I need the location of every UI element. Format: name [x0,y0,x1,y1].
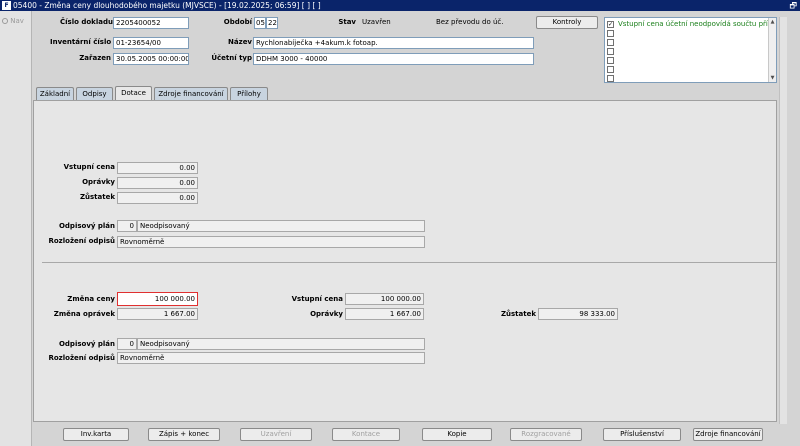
message-row[interactable] [607,56,765,65]
ucetni-typ-field[interactable]: DDHM 3000 - 40000 [253,53,534,65]
message-checkbox[interactable] [607,57,614,64]
zustatek-field[interactable]: 0.00 [117,192,198,204]
kontroly-button[interactable]: Kontroly [536,16,598,29]
prislusenstvi-button[interactable]: Příslušenství [603,428,681,441]
window-title: 05400 - Změna ceny dlouhodobého majetku … [13,1,321,10]
app-icon: F [2,1,11,10]
message-row[interactable]: ✓ Vstupní cena účetní neodpovídá součtu … [607,20,772,29]
rozgracovane-button[interactable]: Rozgracované [510,428,582,441]
circle-dot-icon [2,18,8,24]
opravky-label: Oprávky [82,178,115,186]
odpisovy-plan-code-field[interactable]: 0 [117,220,137,232]
zmena-ceny-input[interactable]: 100 000.00 [117,292,198,306]
message-row[interactable] [607,29,765,38]
odpisovy-plan-new-label: Odpisový plán [58,340,115,348]
tab-zdroje-financovani[interactable]: Zdroje financování [154,87,228,100]
message-checkbox[interactable] [607,39,614,46]
messages-scrollbar[interactable]: ▲ ▼ [768,18,776,82]
obdobi-label: Období [223,18,252,26]
restore-window-icon[interactable]: 🗗 [789,0,797,11]
zmena-opravek-label: Změna oprávek [53,310,115,318]
zmena-ceny-label: Změna ceny [67,295,115,303]
odpisovy-plan-new-field[interactable]: Neodpisovaný [137,338,425,350]
tab-zakladni[interactable]: Základní [36,87,74,100]
vstupni-cena-new-field[interactable]: 100 000.00 [345,293,424,305]
prevod-status-text: Bez převodu do úč. [436,18,504,26]
window-titlebar: F 05400 - Změna ceny dlouhodobého majetk… [0,0,800,11]
cislo-dokladu-field[interactable]: 2205400052 [113,17,189,29]
vstupni-cena-label: Vstupní cena [63,163,115,171]
rozlozeni-odpisu-label: Rozložení odpisů [48,237,115,245]
stav-label: Stav [338,18,356,26]
message-text: Vstupní cena účetní neodpovídá součtu př… [618,20,773,28]
zarazen-label: Zařazen [79,54,111,62]
message-row[interactable] [607,38,765,47]
scroll-up-icon[interactable]: ▲ [769,18,776,26]
nazev-field[interactable]: Rychlonabíječka +4akum.k fotoap. [253,37,534,49]
opravky-field[interactable]: 0.00 [117,177,198,189]
ucetni-typ-label: Účetní typ [211,54,252,62]
inv-karta-button[interactable]: Inv.karta [63,428,129,441]
vstupni-cena-new-label: Vstupní cena [291,295,343,303]
inventarni-cislo-label: Inventární číslo [50,38,112,46]
odpisovy-plan-field[interactable]: Neodpisovaný [137,220,425,232]
inventarni-cislo-field[interactable]: 01-23654/00 [113,37,189,49]
tab-prilohy[interactable]: Přílohy [230,87,268,100]
zustatek-new-field[interactable]: 98 333.00 [538,308,618,320]
odpisovy-plan-label: Odpisový plán [58,222,115,230]
nav-toggle[interactable]: Nav [2,17,24,25]
opravky-new-field[interactable]: 1 667.00 [345,308,424,320]
vstupni-cena-field[interactable]: 0.00 [117,162,198,174]
kopie-button[interactable]: Kopie [422,428,492,441]
stav-value: Uzavřen [362,18,391,26]
nazev-label: Název [228,38,252,46]
obdobi-year-field[interactable]: 22 [266,17,278,29]
obdobi-month-field[interactable]: 05 [254,17,266,29]
tab-odpisy[interactable]: Odpisy [76,87,113,100]
message-row[interactable] [607,65,765,74]
opravky-new-label: Oprávky [310,310,343,318]
uzavreni-button[interactable]: Uzavření [240,428,312,441]
zustatek-label: Zůstatek [79,193,115,201]
section-divider [42,262,776,263]
rozlozeni-odpisu-field[interactable]: Rovnoměrně [117,236,425,248]
zustatek-new-label: Zůstatek [500,310,536,318]
zmena-opravek-field[interactable]: 1 667.00 [117,308,198,320]
kontace-button[interactable]: Kontace [332,428,400,441]
message-checkbox[interactable] [607,75,614,82]
message-checkbox[interactable] [607,66,614,73]
tab-dotace[interactable]: Dotace [115,86,152,100]
message-row[interactable] [607,47,765,56]
zarazen-field[interactable]: 30.05.2005 00:00:00 [113,53,189,65]
odpisovy-plan-new-code-field[interactable]: 0 [117,338,137,350]
rozlozeni-odpisu-new-field[interactable]: Rovnoměrně [117,352,425,364]
nav-label: Nav [10,17,24,25]
message-checkbox[interactable]: ✓ [607,21,614,28]
scroll-down-icon[interactable]: ▼ [769,74,776,82]
zdroje-financovani-button[interactable]: Zdroje financování [693,428,763,441]
form-scrollbar[interactable] [779,17,787,424]
message-row[interactable] [607,74,765,82]
cislo-dokladu-label: Číslo dokladu [60,18,113,26]
left-navigation-strip: Nav [0,11,32,446]
rozlozeni-odpisu-new-label: Rozložení odpisů [48,354,115,362]
message-checkbox[interactable] [607,30,614,37]
message-checkbox[interactable] [607,48,614,55]
validation-messages-list[interactable]: ✓ Vstupní cena účetní neodpovídá součtu … [604,17,777,83]
dotace-tab-panel [33,100,777,422]
zapis-konec-button[interactable]: Zápis + konec [148,428,220,441]
